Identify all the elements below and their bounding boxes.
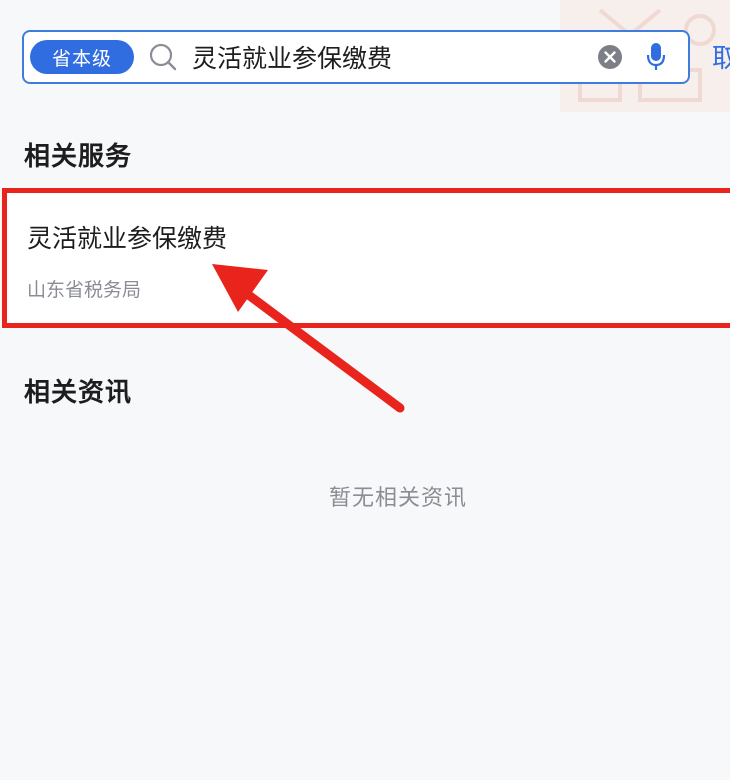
services-section-title: 相关服务 xyxy=(24,142,133,172)
service-name: 灵活就业参保缴费 xyxy=(27,224,228,253)
service-department: 山东省税务局 xyxy=(27,279,142,301)
search-icon xyxy=(148,42,178,72)
microphone-icon[interactable] xyxy=(644,42,668,72)
service-result-item[interactable]: 灵活就业参保缴费 山东省税务局 xyxy=(2,188,730,328)
search-results-page: 省本级 取 相关服务 灵活就业参保缴费 山东省税务局 xyxy=(0,0,730,780)
news-section-title: 相关资讯 xyxy=(24,378,133,408)
level-selector[interactable]: 省本级 xyxy=(30,40,134,74)
clear-icon[interactable] xyxy=(596,43,624,71)
news-empty-state: 暂无相关资讯 xyxy=(328,486,467,511)
cancel-button[interactable]: 取 xyxy=(712,38,730,75)
search-input[interactable] xyxy=(192,37,596,77)
search-bar: 省本级 xyxy=(22,30,690,84)
